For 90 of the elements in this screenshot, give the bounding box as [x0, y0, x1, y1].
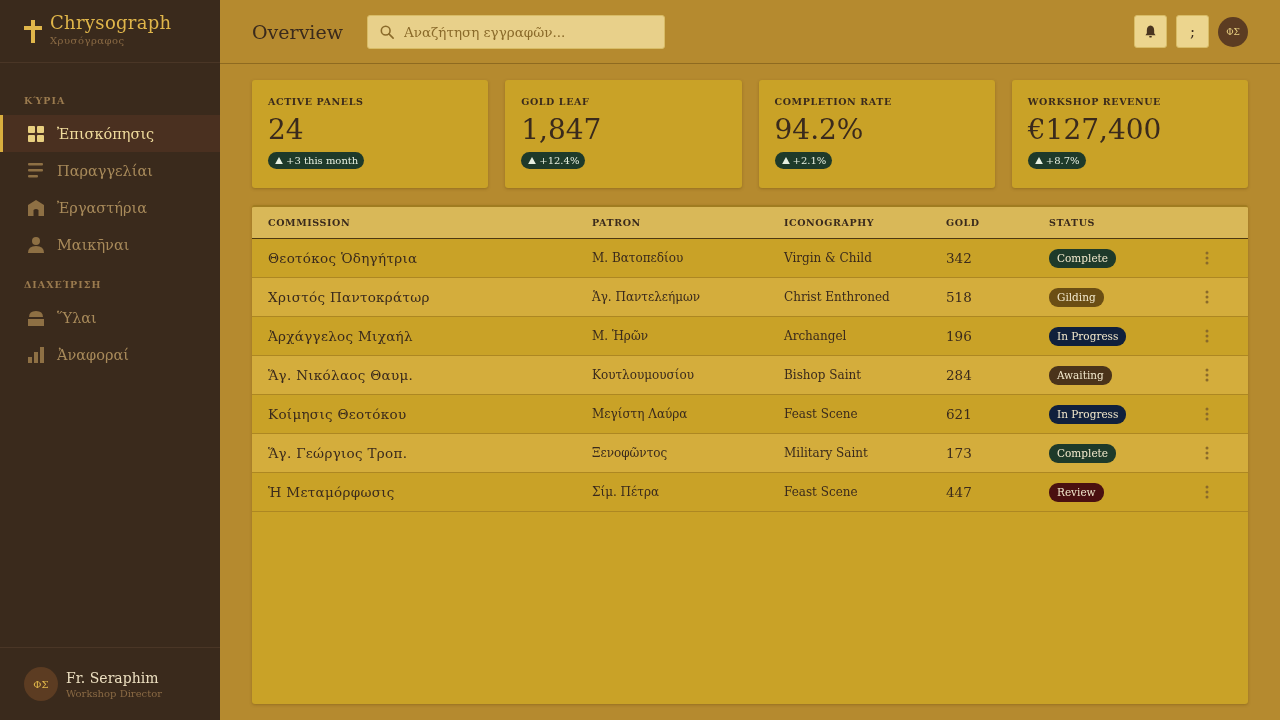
- bar-chart-icon: [28, 346, 44, 363]
- chest-icon: [28, 309, 44, 326]
- iconography-cell: Feast Scene: [784, 485, 858, 499]
- status-badge: Awaiting: [1049, 365, 1112, 385]
- page-title: Overview: [252, 20, 343, 43]
- status-badge: Complete: [1049, 248, 1117, 268]
- delta-text: +2.1%: [792, 154, 827, 168]
- sidebar-item[interactable]: Ὕλαι: [0, 299, 220, 336]
- delta-text: +8.7%: [1045, 154, 1080, 168]
- kebab-icon: [1205, 290, 1209, 304]
- stat-label: WORKSHOP REVENUE: [1027, 95, 1161, 109]
- kebab-icon: [1205, 407, 1209, 421]
- stat-label: GOLD LEAF: [521, 95, 590, 109]
- patron-cell: Μ. Ἡρῶν: [592, 329, 648, 343]
- user-avatar-button[interactable]: ΦΣ: [1218, 16, 1248, 47]
- iconography-cell: Military Saint: [784, 446, 868, 460]
- app-subtitle: Χρυσόγραφος: [50, 34, 126, 48]
- iconography-cell: Feast Scene: [784, 407, 858, 421]
- stat-value: €127,400: [1027, 112, 1162, 148]
- delta-text: +12.4%: [539, 154, 580, 168]
- stat-value: 24: [268, 112, 304, 148]
- status-badge: Gilding: [1049, 287, 1104, 307]
- nav-section-heading: ΚΎΡΙΑ: [23, 94, 67, 108]
- iconography-cell: Archangel: [784, 329, 847, 343]
- person-icon: [28, 236, 44, 253]
- column-header: PATRON: [592, 217, 641, 228]
- iconography-cell: Virgin & Child: [784, 251, 872, 265]
- app-logo-text: Chrysograph: [50, 12, 172, 34]
- column-header: STATUS: [1049, 217, 1096, 228]
- patron-cell: Μ. Βατοπεδίου: [592, 251, 684, 265]
- quantity-cell: 518: [946, 289, 972, 305]
- commission-cell: Θεοτόκος Ὁδηγήτρια: [268, 250, 418, 266]
- kebab-icon: [1205, 485, 1209, 499]
- patron-cell: Ἁγ. Παντελεήμων: [592, 290, 701, 304]
- sidebar-item[interactable]: Ἐργαστήρια: [0, 189, 220, 226]
- commission-cell: Ἅγ. Γεώργιος Τροπ.: [268, 445, 408, 461]
- status-badge: In Progress: [1049, 326, 1127, 346]
- up-triangle-icon: [781, 157, 790, 164]
- stat-label: ACTIVE PANELS: [268, 95, 364, 109]
- commission-cell: Ἅγ. Νικόλαος Θαυμ.: [268, 367, 414, 383]
- sidebar-item[interactable]: Παραγγελίαι: [0, 152, 220, 189]
- commission-cell: Χριστός Παντοκράτωρ: [268, 289, 430, 305]
- cross-icon: [24, 20, 42, 43]
- patron-cell: Ξενοφῶντος: [592, 446, 668, 460]
- stat-value: 94.2%: [774, 112, 864, 148]
- grid-icon: [28, 125, 44, 142]
- sidebar-item[interactable]: Ἀναφοραί: [0, 336, 220, 373]
- user-role: Workshop Director: [66, 686, 162, 700]
- notifications-button[interactable]: [1134, 15, 1167, 48]
- search-field[interactable]: Αναζήτηση εγγραφῶν...: [366, 14, 665, 49]
- kebab-icon: [1205, 368, 1209, 382]
- kebab-icon: [1205, 446, 1209, 460]
- kebab-icon: [1205, 329, 1209, 343]
- quantity-cell: 173: [946, 445, 972, 461]
- status-badge: In Progress: [1049, 404, 1127, 424]
- quantity-cell: 447: [946, 484, 972, 500]
- status-badge: Review: [1049, 482, 1104, 502]
- commission-cell: Ἀρχάγγελος Μιχαήλ: [268, 328, 413, 344]
- up-triangle-icon: [528, 157, 537, 164]
- column-header: COMMISSION: [268, 217, 351, 228]
- search-icon: [379, 24, 394, 39]
- commission-cell: Ἡ Μεταμόρφωσις: [268, 484, 395, 500]
- stat-value: 1,847: [521, 112, 602, 148]
- house-icon: [28, 199, 44, 216]
- iconography-cell: Bishop Saint: [784, 368, 862, 382]
- menu-button[interactable]: ;: [1176, 15, 1209, 48]
- status-badge: Complete: [1049, 443, 1117, 463]
- column-header: GOLD: [946, 217, 980, 228]
- nav-section-heading: ΔΙΑΧΕΊΡΙΣΗ: [23, 278, 103, 292]
- quantity-cell: 621: [946, 406, 972, 422]
- list-icon: [28, 162, 44, 179]
- quantity-cell: 284: [946, 367, 972, 383]
- kebab-icon: [1205, 251, 1209, 265]
- quantity-cell: 342: [946, 250, 972, 266]
- patron-cell: Σίμ. Πέτρα: [592, 485, 660, 499]
- bell-icon: [1145, 25, 1156, 38]
- iconography-cell: Christ Enthroned: [784, 290, 890, 304]
- column-header: ICONOGRAPHY: [784, 217, 875, 228]
- quantity-cell: 196: [946, 328, 972, 344]
- stat-label: COMPLETION RATE: [774, 95, 892, 109]
- patron-cell: Κουτλουμουσίου: [592, 368, 694, 382]
- up-triangle-icon: [1034, 157, 1043, 164]
- sidebar-item[interactable]: Μαικῆναι: [0, 226, 220, 263]
- sidebar-item[interactable]: Ἐπισκόπησις: [0, 115, 220, 152]
- commission-cell: Κοίμησις Θεοτόκου: [268, 406, 407, 422]
- user-avatar: ΦΣ: [24, 667, 58, 701]
- up-triangle-icon: [275, 157, 283, 164]
- user-name: Fr. Seraphim: [66, 668, 160, 687]
- patron-cell: Μεγίστη Λαύρα: [592, 407, 688, 421]
- delta-text: +3 this month: [286, 154, 359, 168]
